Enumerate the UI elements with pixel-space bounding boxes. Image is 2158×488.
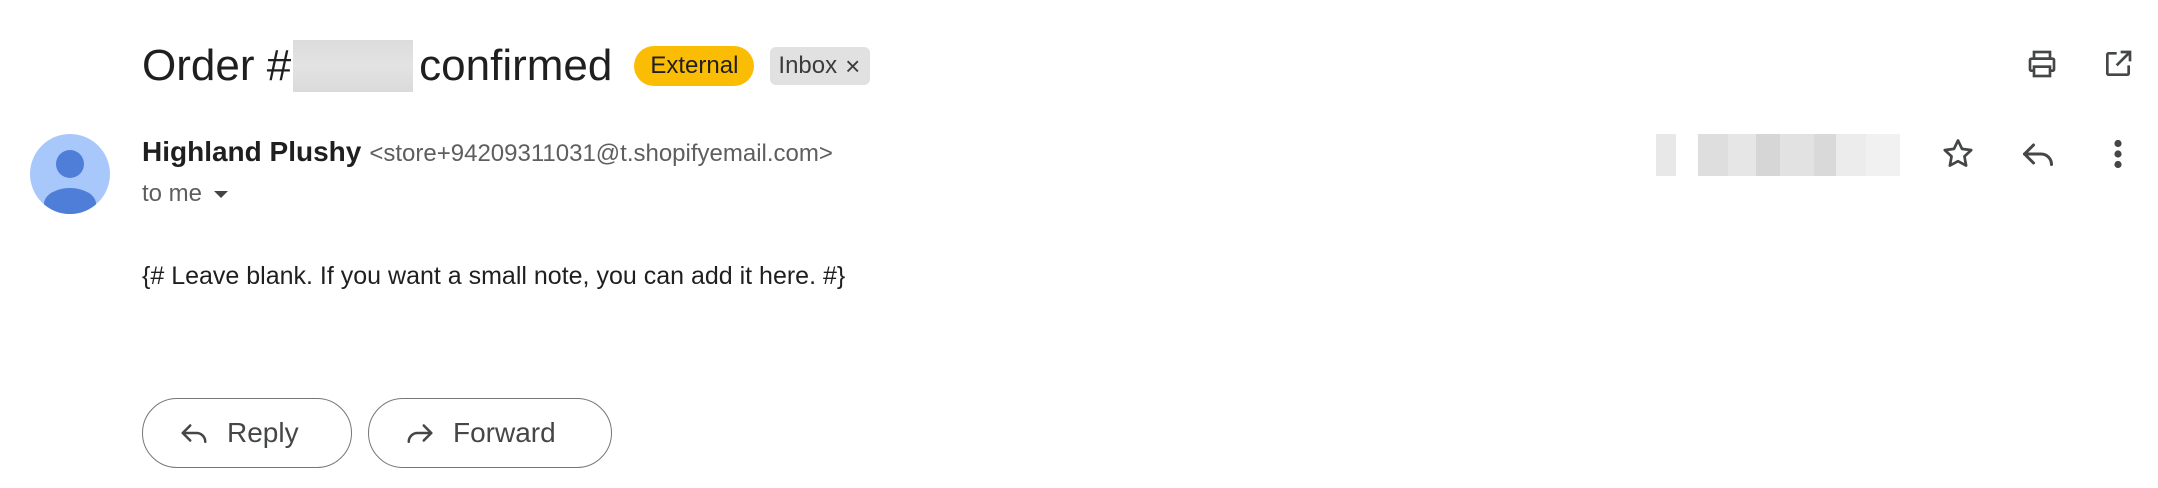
reply-header-button[interactable]: [2018, 134, 2058, 174]
forward-label: Forward: [453, 417, 556, 448]
open-new-window-button[interactable]: [2098, 44, 2138, 84]
inbox-label-text: Inbox: [778, 52, 838, 79]
subject-row: Order # confirmed External Inbox ×: [142, 38, 871, 94]
email-subject: Order # confirmed: [142, 40, 612, 92]
reply-button[interactable]: Reply: [142, 398, 352, 468]
forward-button[interactable]: Forward: [368, 398, 612, 468]
forward-arrow-icon: [405, 418, 435, 448]
sender-name[interactable]: Highland Plushy: [142, 136, 361, 168]
star-button[interactable]: [1938, 134, 1978, 174]
print-icon: [2028, 50, 2056, 78]
email-body: {# Leave blank. If you want a small note…: [142, 262, 846, 290]
print-all-button[interactable]: [2022, 44, 2062, 84]
sender-email: <store+94209311031@t.shopifyemail.com>: [369, 140, 833, 167]
inbox-label-badge: Inbox ×: [770, 47, 871, 85]
thread-toolbar: [2022, 44, 2138, 84]
more-vertical-icon: [2114, 139, 2122, 169]
reply-arrow-icon: [179, 418, 209, 448]
chevron-down-icon[interactable]: [214, 190, 229, 198]
more-options-button[interactable]: [2098, 134, 2138, 174]
sender-block: Highland Plushy <store+94209311031@t.sho…: [142, 136, 833, 208]
redacted-date: [1656, 134, 1900, 176]
reply-label: Reply: [227, 417, 299, 448]
redacted-order-number: [293, 40, 414, 92]
message-actions: [1938, 134, 2138, 174]
person-icon: [44, 150, 96, 214]
sender-avatar[interactable]: [30, 134, 110, 214]
remove-label-icon[interactable]: ×: [845, 53, 860, 79]
sender-line: Highland Plushy <store+94209311031@t.sho…: [142, 136, 833, 168]
subject-suffix: confirmed: [419, 41, 613, 90]
external-label-badge: External: [634, 46, 755, 86]
recipient-toggle[interactable]: to me: [142, 180, 833, 208]
reply-icon: [2023, 143, 2053, 166]
reply-forward-actions: Reply Forward: [142, 398, 612, 468]
subject-prefix: Order #: [142, 41, 292, 90]
star-icon: [1943, 139, 1973, 167]
open-in-new-window-icon: [2106, 50, 2132, 76]
recipient-label: to me: [142, 180, 203, 207]
